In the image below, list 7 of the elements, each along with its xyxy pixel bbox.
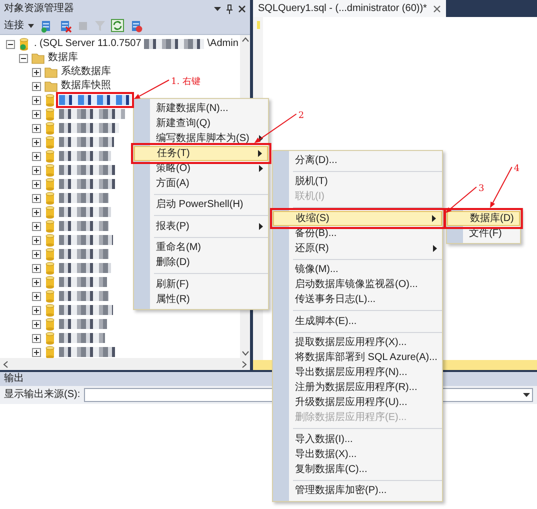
panel-title: 输出: [4, 373, 24, 385]
annotation-label: 4: [514, 164, 520, 174]
annotation-label: 2: [298, 111, 304, 121]
annotation-label: 1. 右键: [171, 77, 200, 87]
annotation-label: 3: [478, 184, 484, 194]
panel-title: 对象资源管理器: [4, 2, 75, 14]
field-label: 显示输出来源(S):: [4, 389, 80, 401]
